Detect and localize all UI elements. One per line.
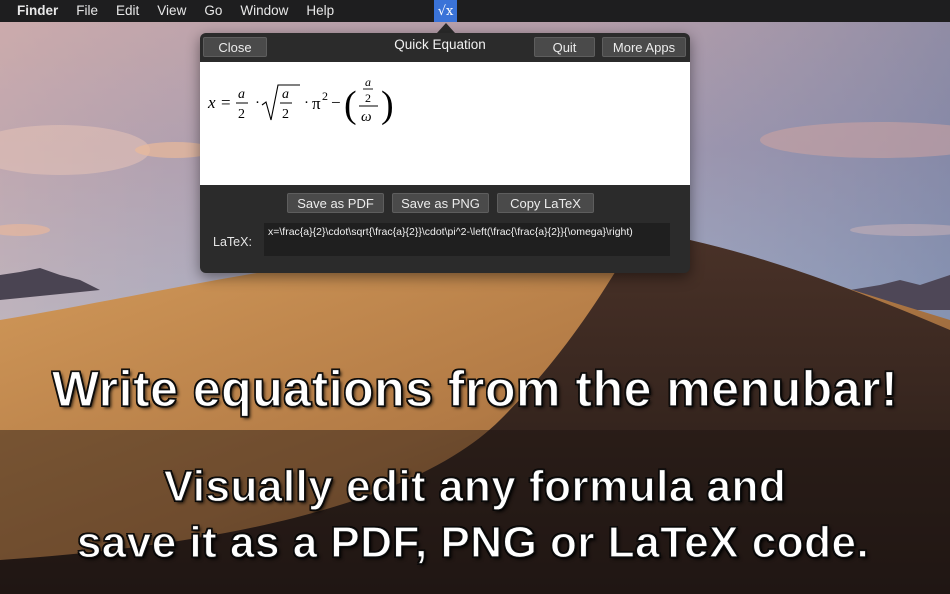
eq-inner-den: 2 bbox=[365, 91, 371, 105]
popover-title: Quick Equation bbox=[394, 37, 486, 52]
menu-go[interactable]: Go bbox=[195, 0, 231, 22]
square-root-x-icon[interactable]: √x bbox=[434, 0, 457, 22]
headline: Write equations from the menubar! bbox=[51, 360, 899, 417]
menubar: Finder File Edit View Go Window Help √x bbox=[0, 0, 950, 22]
eq-frac1-num: a bbox=[238, 87, 245, 102]
save-as-png-button[interactable]: Save as PNG bbox=[392, 193, 489, 213]
copy-latex-button[interactable]: Copy LaTeX bbox=[497, 193, 594, 213]
eq-dot-1: · bbox=[255, 95, 260, 111]
save-as-pdf-button[interactable]: Save as PDF bbox=[287, 193, 384, 213]
menu-app-finder[interactable]: Finder bbox=[0, 0, 67, 22]
equation-editor[interactable]: x = a 2 · a 2 · π 2 − ( a 2 ω ) bbox=[200, 62, 690, 185]
menu-edit[interactable]: Edit bbox=[107, 0, 148, 22]
more-apps-button[interactable]: More Apps bbox=[602, 37, 686, 57]
latex-label: LaTeX: bbox=[213, 235, 252, 249]
eq-dot-2: · bbox=[304, 95, 309, 111]
subline-1: Visually edit any formula and bbox=[163, 461, 787, 511]
eq-minus: − bbox=[331, 93, 341, 112]
eq-pi: π bbox=[312, 94, 321, 113]
quick-equation-popover: Close Quick Equation Quit More Apps x = … bbox=[200, 33, 690, 273]
eq-right-paren: ) bbox=[381, 84, 394, 126]
eq-equals: = bbox=[221, 93, 231, 112]
menu-view[interactable]: View bbox=[148, 0, 195, 22]
eq-left-paren: ( bbox=[344, 84, 357, 126]
popover-arrow bbox=[437, 23, 455, 33]
quit-button[interactable]: Quit bbox=[534, 37, 595, 57]
equation-render[interactable]: x = a 2 · a 2 · π 2 − ( a 2 ω ) bbox=[200, 62, 690, 185]
latex-code-field[interactable]: x=\frac{a}{2}\cdot\sqrt{\frac{a}{2}}\cdo… bbox=[264, 223, 670, 256]
eq-pi-exponent: 2 bbox=[322, 89, 328, 103]
eq-inner-num: a bbox=[365, 75, 371, 89]
menu-window[interactable]: Window bbox=[231, 0, 297, 22]
subline-2: save it as a PDF, PNG or LaTeX code. bbox=[76, 517, 870, 567]
close-button[interactable]: Close bbox=[203, 37, 267, 57]
eq-frac1-den: 2 bbox=[238, 107, 245, 122]
menu-help[interactable]: Help bbox=[297, 0, 343, 22]
eq-sqrt-num: a bbox=[282, 87, 289, 102]
eq-lhs: x bbox=[207, 93, 216, 112]
eq-omega: ω bbox=[361, 109, 372, 125]
menu-file[interactable]: File bbox=[67, 0, 107, 22]
eq-sqrt-den: 2 bbox=[282, 107, 289, 122]
